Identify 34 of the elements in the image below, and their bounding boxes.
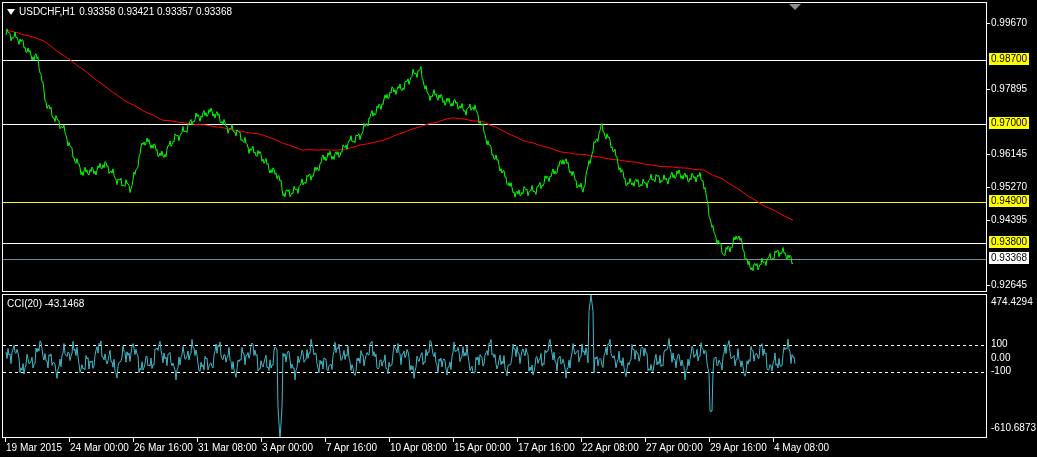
price-axis-label: 0.95270 bbox=[990, 181, 1029, 194]
indicator-axis-label: -100 bbox=[990, 365, 1012, 377]
time-axis-label: 22 Apr 08:00 bbox=[582, 442, 639, 454]
time-axis-label: 24 Mar 00:00 bbox=[70, 442, 129, 454]
time-axis-label: 31 Mar 08:00 bbox=[198, 442, 257, 454]
time-axis-label: 3 Apr 00:00 bbox=[262, 442, 314, 454]
price-axis-label: 0.94395 bbox=[990, 213, 1029, 226]
time-axis-label: 10 Apr 08:00 bbox=[390, 442, 447, 454]
symbol-label: USDCHF,H1 bbox=[19, 6, 76, 18]
time-axis-label: 4 May 08:00 bbox=[774, 442, 830, 454]
price-level-label: 0.97000 bbox=[989, 116, 1030, 129]
indicator-axis-label: -610.6873 bbox=[990, 422, 1037, 434]
price-level-label: 0.93368 bbox=[989, 252, 1030, 265]
time-axis-label: 15 Apr 00:00 bbox=[454, 442, 511, 454]
price-axis-label: 0.99670 bbox=[990, 17, 1029, 29]
ohlc-values: 0.93358 0.93421 0.93357 0.93368 bbox=[79, 6, 233, 18]
price-level-label: 0.94900 bbox=[989, 194, 1030, 207]
time-axis-label: 29 Apr 16:00 bbox=[710, 442, 767, 454]
price-level-label: 0.98700 bbox=[989, 53, 1030, 66]
indicator-axis-label: 474.4294 bbox=[990, 296, 1034, 308]
price-axis-label: 0.96145 bbox=[990, 148, 1029, 161]
dropdown-triangle-icon[interactable] bbox=[7, 9, 15, 15]
price-axis-label: 0.97895 bbox=[990, 83, 1029, 96]
time-axis-label: 7 Apr 16:00 bbox=[326, 442, 378, 454]
indicator-axis-label: 100 bbox=[990, 338, 1009, 350]
time-axis-label: 17 Apr 16:00 bbox=[518, 442, 575, 454]
price-axis-label: 0.92645 bbox=[990, 279, 1029, 291]
price-level-label: 0.93800 bbox=[989, 235, 1030, 248]
time-axis-label: 27 Apr 00:00 bbox=[646, 442, 703, 454]
time-axis-label: 19 Mar 2015 bbox=[6, 442, 63, 454]
time-axis-label: 26 Mar 16:00 bbox=[134, 442, 193, 454]
indicator-title: CCI(20) -43.1468 bbox=[7, 298, 85, 310]
indicator-axis-label: 0.00 bbox=[990, 351, 1012, 364]
shift-marker-icon bbox=[789, 4, 801, 10]
